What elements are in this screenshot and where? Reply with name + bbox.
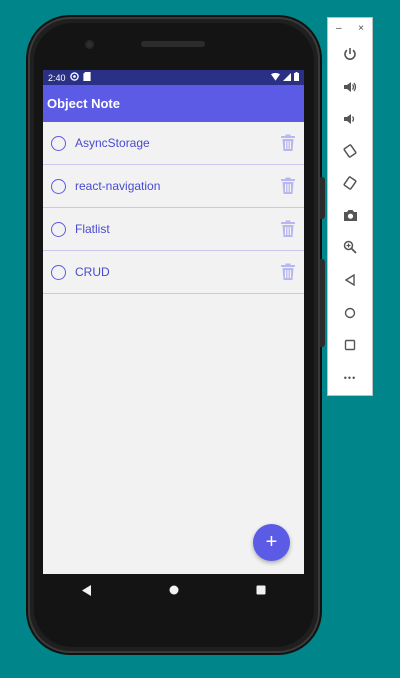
android-nav-bar	[43, 574, 304, 606]
add-note-button[interactable]: +	[253, 524, 290, 561]
sd-card-icon	[82, 72, 91, 83]
front-camera-icon	[85, 40, 94, 49]
note-label: react-navigation	[75, 179, 161, 193]
list-item[interactable]: CRUD	[43, 251, 304, 294]
battery-icon	[294, 72, 299, 83]
nav-recents-button[interactable]	[250, 579, 272, 601]
app-bar: Object Note	[43, 85, 304, 122]
power-side-button[interactable]	[320, 177, 325, 219]
phone-screen: 2:40 Object Note AsyncStorage react-navi…	[43, 70, 304, 574]
add-label: +	[265, 531, 278, 553]
rotate-left-icon	[343, 144, 357, 158]
status-time: 2:40	[48, 72, 66, 83]
delete-trash-icon[interactable]	[280, 134, 296, 152]
back-icon	[345, 274, 355, 286]
more-icon: •••	[343, 373, 357, 383]
note-label: CRUD	[75, 265, 110, 279]
rotate-right-icon	[343, 176, 357, 190]
volume-down-icon	[344, 114, 355, 124]
complete-radio[interactable]	[51, 264, 66, 280]
back-button[interactable]	[328, 268, 372, 292]
delete-trash-icon[interactable]	[280, 177, 296, 195]
emulator-control-panel: – × •••	[327, 17, 373, 396]
home-icon	[344, 307, 356, 319]
volume-up-button[interactable]	[328, 75, 372, 99]
zoom-button[interactable]	[328, 235, 372, 259]
delete-trash-icon[interactable]	[280, 263, 296, 281]
complete-radio[interactable]	[51, 221, 66, 237]
minimize-button[interactable]: –	[336, 23, 342, 34]
volume-down-button[interactable]	[328, 107, 372, 131]
home-button[interactable]	[328, 301, 372, 325]
power-button[interactable]	[328, 42, 372, 66]
list-item[interactable]: react-navigation	[43, 165, 304, 208]
notes-list: AsyncStorage react-navigation Flatlist C…	[43, 122, 304, 294]
camera-icon	[343, 209, 357, 221]
overview-button[interactable]	[328, 333, 372, 357]
close-button[interactable]: ×	[358, 23, 364, 34]
status-bar: 2:40	[43, 70, 304, 85]
list-item[interactable]: Flatlist	[43, 208, 304, 251]
zoom-icon	[343, 240, 357, 254]
emulator-desktop: 2:40 Object Note AsyncStorage react-navi…	[0, 0, 400, 678]
overview-icon	[344, 339, 356, 351]
nav-back-button[interactable]	[76, 579, 98, 601]
complete-radio[interactable]	[51, 178, 66, 194]
note-label: Flatlist	[75, 222, 110, 236]
rotate-right-button[interactable]	[328, 171, 372, 195]
back-icon	[81, 584, 91, 596]
panel-titlebar: – ×	[328, 18, 372, 38]
complete-radio[interactable]	[51, 135, 66, 151]
note-label: AsyncStorage	[75, 136, 150, 150]
recents-icon	[256, 585, 265, 595]
list-item[interactable]: AsyncStorage	[43, 122, 304, 165]
volume-side-button[interactable]	[320, 259, 325, 347]
wifi-icon	[271, 72, 280, 83]
app-title: Object Note	[47, 96, 120, 111]
more-button[interactable]: •••	[328, 366, 372, 390]
screenshot-button[interactable]	[328, 203, 372, 227]
delete-trash-icon[interactable]	[280, 220, 296, 238]
nav-home-button[interactable]	[163, 579, 185, 601]
volume-up-icon	[344, 82, 357, 92]
rotate-left-button[interactable]	[328, 139, 372, 163]
power-icon	[344, 48, 356, 60]
notification-icon	[69, 72, 79, 83]
home-icon	[169, 585, 178, 595]
signal-icon	[283, 72, 291, 83]
earpiece-speaker	[141, 41, 205, 47]
